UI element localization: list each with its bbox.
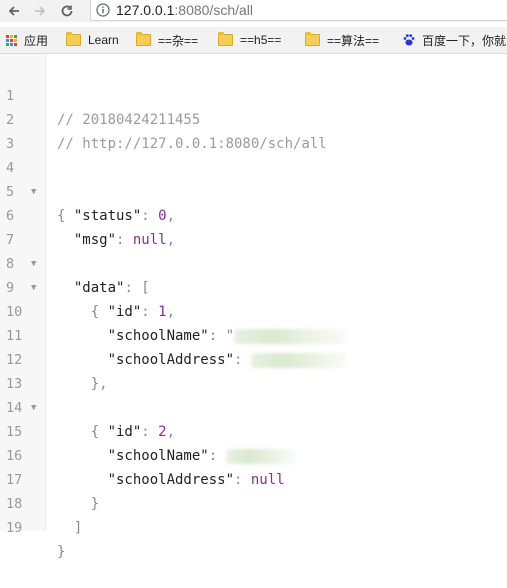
bookmark-label: ==h5== — [240, 33, 282, 47]
folder-icon — [305, 32, 320, 46]
apps-grid-icon — [6, 34, 17, 46]
bookmark-apps[interactable]: 应用 — [6, 27, 48, 53]
code-line: 16 "schoolAddress": null — [0, 420, 507, 488]
code-line: 6 "msg": null, — [0, 180, 507, 248]
code-line: 13 ▼ { — [0, 348, 507, 440]
url-path: :8080/sch/all — [174, 2, 253, 18]
forward-button[interactable] — [30, 0, 50, 22]
code-line: 14 "id": 2, — [0, 372, 507, 440]
code-line: 17 } — [0, 444, 507, 512]
bookmark-label: 百度一下，你就 — [422, 33, 507, 48]
folder-icon — [66, 32, 81, 46]
info-icon[interactable] — [95, 2, 111, 18]
url-host: 127.0.0.1 — [116, 2, 175, 18]
code-line: 10 "schoolName": " — [0, 276, 507, 344]
line-number: 19 — [6, 520, 23, 536]
code-line: 18 ] — [0, 468, 507, 536]
bookmark-algorithm[interactable]: ==算法== — [305, 27, 379, 53]
back-arrow-icon — [8, 6, 19, 16]
code-line: 11 "schoolAddress": — [0, 300, 507, 368]
bookmark-h5[interactable]: ==h5== — [218, 27, 281, 53]
bookmark-misc[interactable]: ==杂== — [136, 27, 198, 53]
folder-icon — [218, 32, 233, 46]
code-line: 9 "id": 1, — [0, 252, 507, 320]
browser-toolbar: 127.0.0.1:8080/sch/all — [0, 0, 507, 22]
bookmark-learn[interactable]: Learn — [66, 27, 119, 53]
code-line: 4 ▼ { — [0, 132, 507, 224]
code-line: 7 ▼ "data": [ — [0, 204, 507, 296]
code-line: 3 — [0, 108, 507, 152]
code-line: 8 ▼ { — [0, 228, 507, 320]
bookmark-label: Learn — [88, 33, 119, 47]
bookmark-baidu[interactable]: 百度一下，你就 — [402, 27, 506, 53]
code-line: 19 } — [0, 492, 507, 560]
bookmark-label: ==杂== — [158, 33, 199, 48]
url-text[interactable]: 127.0.0.1:8080/sch/all — [116, 2, 253, 18]
code-line: 12 }, — [0, 324, 507, 392]
json-viewer: 1 // 20180424211455 2 // http://127.0.0.… — [0, 54, 507, 560]
baidu-paw-icon — [403, 34, 415, 46]
reload-button[interactable] — [57, 0, 77, 22]
forward-arrow-icon — [35, 6, 46, 16]
code-line: 15 "schoolName": — [0, 396, 507, 464]
bookmarks-bar: 应用 Learn ==杂== ==h5== ==算法== 百度一下，你就 — [0, 27, 507, 54]
code-line: 1 // 20180424211455 — [0, 60, 507, 128]
code-line: 5 "status": 0, — [0, 156, 507, 224]
bookmark-label: 应用 — [24, 33, 49, 48]
bookmark-label: ==算法== — [327, 33, 380, 48]
address-bar[interactable]: 127.0.0.1:8080/sch/all — [90, 0, 507, 21]
back-button[interactable] — [4, 0, 24, 22]
reload-icon — [61, 5, 73, 17]
folder-icon — [136, 32, 151, 46]
code-line: 2 // http://127.0.0.1:8080/sch/all — [0, 84, 507, 152]
